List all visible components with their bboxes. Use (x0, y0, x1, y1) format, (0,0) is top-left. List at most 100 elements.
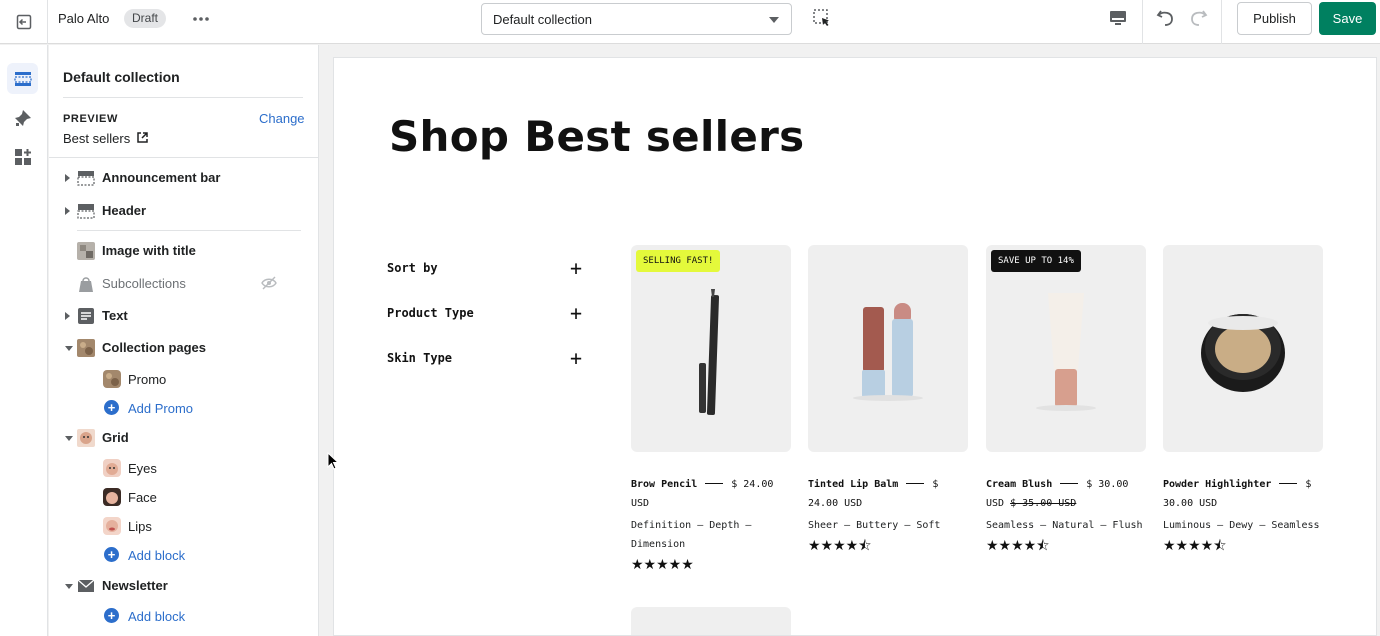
add-circle-icon: + (104, 547, 119, 562)
product-price-currency: USD (986, 498, 1005, 509)
theme-settings-tab[interactable] (7, 102, 38, 133)
add-block-button[interactable]: + Add block (49, 605, 319, 627)
product-image[interactable]: SAVE UP TO 14% (986, 245, 1146, 452)
add-block-label: Add block (128, 548, 186, 563)
desktop-icon (1110, 11, 1126, 25)
exit-button[interactable] (0, 0, 48, 44)
block-label: Face (128, 490, 157, 505)
collection-icon (79, 277, 93, 292)
redo-button[interactable] (1187, 7, 1209, 29)
grid-thumbnail-icon (77, 429, 95, 447)
eye-hidden-icon[interactable] (261, 276, 277, 290)
sidebar-resize-gutter[interactable] (320, 45, 333, 636)
brow-pencil-image (699, 289, 720, 416)
block-lips[interactable]: Lips (49, 515, 319, 537)
section-image-with-title[interactable]: Image with title (49, 239, 319, 263)
collection-select[interactable]: Default collection (481, 3, 792, 35)
block-face[interactable]: Face (49, 486, 319, 508)
section-label: Announcement bar (102, 170, 221, 185)
product-name[interactable]: Powder Highlighter (1163, 479, 1271, 490)
collection-select-value: Default collection (493, 12, 592, 27)
filter-skin-type[interactable]: Skin Type + (387, 348, 587, 370)
block-label: Promo (128, 372, 167, 387)
expand-caret-icon[interactable] (65, 174, 70, 182)
external-link-icon[interactable] (137, 132, 148, 143)
divider (705, 482, 724, 484)
powder-highlighter-image (1201, 314, 1285, 392)
compare-at-price: $ 35.00 USD (1010, 498, 1077, 509)
product-image[interactable]: SELLING FAST! (631, 245, 791, 452)
section-subcollections[interactable]: Subcollections (49, 272, 319, 296)
product-badge: SELLING FAST! (636, 250, 721, 272)
inspector-button[interactable] (812, 8, 834, 30)
expand-caret-icon[interactable] (65, 207, 70, 215)
text-block-icon (78, 308, 94, 324)
section-grid[interactable]: Grid (49, 426, 319, 450)
expand-caret-icon[interactable] (65, 312, 70, 320)
divider (906, 482, 925, 484)
store-name: Palo Alto (58, 11, 110, 26)
publish-button[interactable]: Publish (1237, 2, 1312, 35)
save-button[interactable]: Save (1319, 2, 1376, 35)
block-promo[interactable]: Promo (49, 368, 319, 390)
collapse-caret-icon[interactable] (65, 346, 73, 351)
sections-tab[interactable] (7, 63, 38, 94)
block-label: Eyes (128, 461, 157, 476)
filter-product-type[interactable]: Product Type + (387, 303, 587, 325)
image-thumbnail-icon (77, 242, 95, 260)
undo-button[interactable] (1155, 7, 1177, 29)
plus-icon[interactable]: + (570, 303, 582, 323)
section-text[interactable]: Text (49, 304, 319, 328)
preview-label: PREVIEW (63, 113, 118, 125)
divider (1279, 482, 1298, 484)
plus-icon[interactable]: + (570, 258, 582, 278)
more-icon (193, 17, 209, 21)
filter-label: Sort by (387, 261, 438, 275)
section-newsletter[interactable]: Newsletter (49, 574, 319, 598)
product-price: $ (1305, 479, 1312, 490)
header-icon (77, 204, 95, 219)
product-description: Definition — Depth — Dimension (631, 520, 752, 550)
status-badge: Draft (124, 9, 167, 28)
product-image[interactable] (808, 245, 968, 452)
filter-sort-by[interactable]: Sort by + (387, 258, 587, 280)
eyes-thumbnail-icon (103, 459, 121, 477)
product-name[interactable]: Tinted Lip Balm (808, 479, 898, 490)
section-announcement-bar[interactable]: Announcement bar (49, 166, 319, 190)
section-label: Text (102, 308, 128, 323)
product-image[interactable] (1163, 245, 1323, 452)
add-block-label: Add block (128, 609, 186, 624)
apps-tab[interactable] (7, 141, 38, 172)
section-header[interactable]: Header (49, 199, 319, 223)
block-eyes[interactable]: Eyes (49, 457, 319, 479)
section-collection-pages[interactable]: Collection pages (49, 336, 319, 360)
preview-value: Best sellers (63, 131, 131, 146)
divider (1060, 482, 1079, 484)
more-actions-button[interactable] (190, 8, 212, 30)
filter-label: Skin Type (387, 351, 453, 365)
page-title: Shop Best sellers (389, 112, 805, 161)
collapse-caret-icon[interactable] (65, 436, 73, 441)
rating-stars: ★★★★⯪ (1163, 538, 1227, 554)
add-promo-label: Add Promo (128, 401, 194, 416)
envelope-icon (77, 579, 95, 592)
change-preview-link[interactable]: Change (259, 111, 305, 126)
rating-stars: ★★★★★ (631, 557, 694, 573)
block-label: Lips (128, 519, 152, 534)
plus-icon[interactable]: + (570, 348, 582, 368)
divider (1221, 0, 1222, 44)
collapse-caret-icon[interactable] (65, 584, 73, 589)
add-promo-button[interactable]: + Add Promo (49, 397, 319, 419)
rating-stars: ★★★★⯪ (986, 538, 1050, 554)
top-bar: Palo Alto Draft Default collection Publi… (0, 0, 1380, 44)
product-name[interactable]: Cream Blush (986, 479, 1052, 490)
promo-thumbnail-icon (103, 370, 121, 388)
product-meta: Cream Blush $ 30.00 USD $ 35.00 USD Seaml… (986, 475, 1146, 556)
filter-label: Product Type (387, 306, 474, 320)
sections-sidebar: Default collection PREVIEW Change Best s… (49, 45, 319, 636)
add-block-button[interactable]: + Add block (49, 544, 319, 566)
paintbrush-icon (14, 109, 31, 126)
product-name[interactable]: Brow Pencil (631, 479, 697, 490)
divider (63, 97, 303, 98)
device-preview-button[interactable] (1108, 8, 1130, 30)
